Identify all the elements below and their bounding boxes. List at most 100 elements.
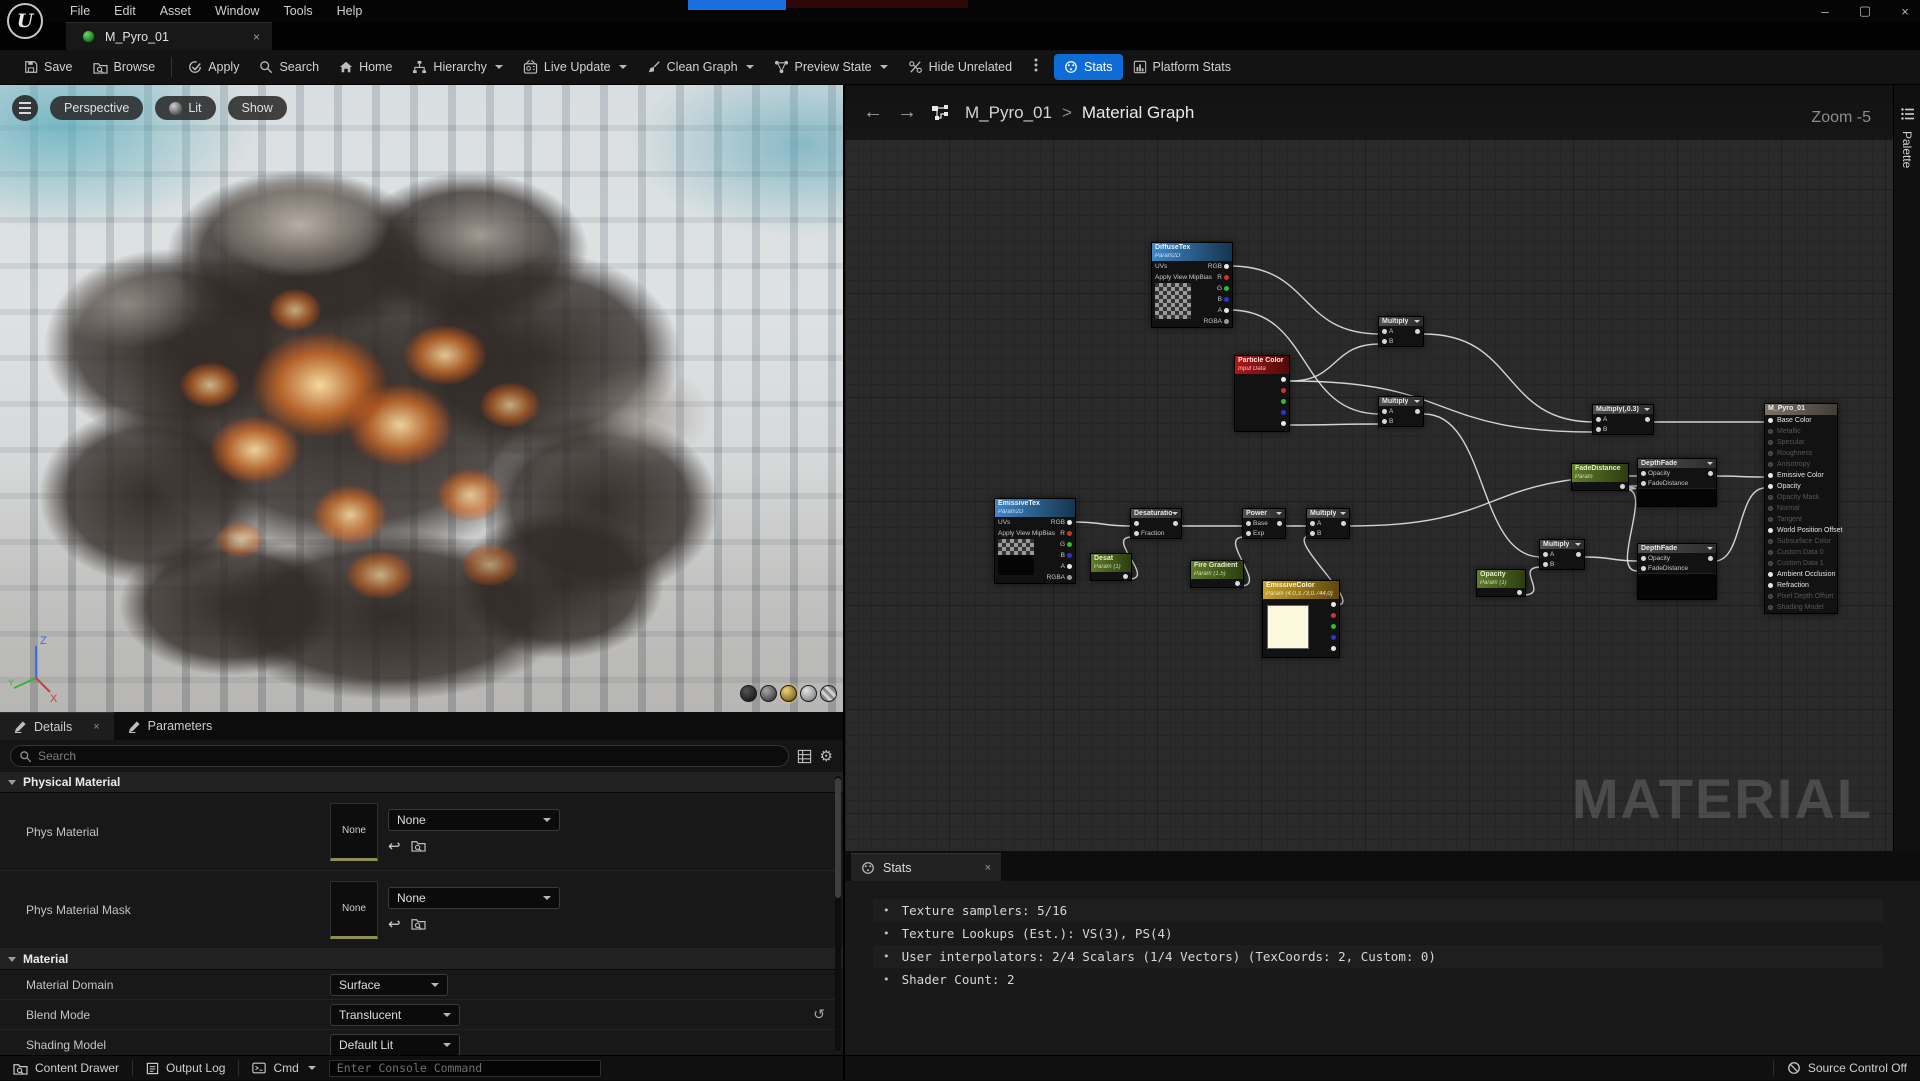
output-pin[interactable]: [1224, 275, 1229, 280]
home-button[interactable]: Home: [329, 54, 402, 80]
output-pin[interactable]: [1708, 471, 1713, 476]
output-pin[interactable]: [1281, 388, 1286, 393]
menu-tools[interactable]: Tools: [271, 2, 324, 20]
input-pin[interactable]: [1543, 562, 1548, 567]
node-result[interactable]: M_Pyro_01Base ColorMetallicSpecularRough…: [1764, 403, 1838, 614]
output-pin[interactable]: [1281, 399, 1286, 404]
output-pin[interactable]: [1341, 521, 1346, 526]
input-pin[interactable]: [1768, 572, 1773, 577]
output-pin[interactable]: [1123, 574, 1128, 579]
tab-parameters[interactable]: Parameters: [114, 712, 227, 740]
input-pin[interactable]: [1641, 481, 1646, 486]
perspective-button[interactable]: Perspective: [50, 96, 143, 120]
browse-to-asset-icon[interactable]: [411, 839, 426, 852]
maximize-button[interactable]: ▢: [1858, 3, 1872, 19]
input-pin[interactable]: [1768, 583, 1773, 588]
input-pin[interactable]: [1596, 427, 1601, 432]
node-multiply-1[interactable]: MultiplyAB: [1378, 316, 1424, 347]
shape-mesh-button[interactable]: [820, 685, 837, 702]
input-pin[interactable]: [1768, 418, 1773, 423]
input-pin[interactable]: [1543, 552, 1548, 557]
node-multiply-4[interactable]: MultiplyAB: [1539, 539, 1585, 570]
output-pin[interactable]: [1281, 421, 1286, 426]
output-log-button[interactable]: Output Log: [133, 1056, 238, 1081]
hierarchy-button[interactable]: Hierarchy: [402, 54, 513, 80]
node-depth-fade-1[interactable]: DepthFadeOpacityFadeDistance: [1637, 458, 1717, 507]
shape-plane-button[interactable]: [780, 685, 797, 702]
tab-details[interactable]: Details×: [0, 712, 114, 740]
input-pin[interactable]: [1134, 531, 1139, 536]
input-pin[interactable]: [1382, 419, 1387, 424]
menu-asset[interactable]: Asset: [148, 2, 203, 20]
stats-button[interactable]: Stats: [1054, 54, 1123, 80]
node-multiply-2[interactable]: MultiplyAB: [1378, 396, 1424, 427]
material-domain-dropdown[interactable]: Surface: [330, 974, 448, 996]
live-update-button[interactable]: Live Update: [513, 54, 637, 80]
output-pin[interactable]: [1235, 581, 1240, 586]
output-pin[interactable]: [1067, 531, 1072, 536]
input-pin[interactable]: [1768, 473, 1773, 478]
overflow-menu-icon[interactable]: [1026, 57, 1046, 78]
output-pin[interactable]: [1224, 319, 1229, 324]
input-pin[interactable]: [1768, 517, 1773, 522]
input-pin[interactable]: [1246, 531, 1251, 536]
input-pin[interactable]: [1596, 417, 1601, 422]
menu-edit[interactable]: Edit: [102, 2, 148, 20]
node-fire-gradient[interactable]: Fire GradientParam (1.5): [1190, 560, 1244, 588]
content-drawer-button[interactable]: Content Drawer: [0, 1056, 132, 1081]
minimize-button[interactable]: –: [1818, 4, 1832, 19]
input-pin[interactable]: [1310, 521, 1315, 526]
node-opacity-param[interactable]: OpacityParam (1): [1476, 569, 1526, 597]
cmd-dropdown[interactable]: Cmd: [239, 1056, 328, 1081]
node-desat-param[interactable]: DesatParam (1): [1090, 553, 1132, 581]
input-pin[interactable]: [1768, 561, 1773, 566]
output-pin[interactable]: [1331, 646, 1336, 651]
output-pin[interactable]: [1067, 564, 1072, 569]
details-search-box[interactable]: [10, 745, 789, 767]
output-pin[interactable]: [1331, 602, 1336, 607]
output-pin[interactable]: [1224, 264, 1229, 269]
output-pin[interactable]: [1331, 613, 1336, 618]
input-pin[interactable]: [1768, 429, 1773, 434]
input-pin[interactable]: [1134, 521, 1139, 526]
details-search-input[interactable]: [38, 749, 780, 763]
output-pin[interactable]: [1173, 521, 1178, 526]
input-pin[interactable]: [1768, 440, 1773, 445]
input-pin[interactable]: [1768, 605, 1773, 610]
close-button[interactable]: ×: [1898, 4, 1912, 19]
unreal-logo[interactable]: U: [7, 3, 43, 39]
output-pin[interactable]: [1067, 575, 1072, 580]
use-selected-icon[interactable]: ↩: [388, 837, 401, 855]
output-pin[interactable]: [1067, 542, 1072, 547]
output-pin[interactable]: [1645, 417, 1650, 422]
input-pin[interactable]: [1641, 471, 1646, 476]
node-depth-fade-2[interactable]: DepthFadeOpacityFadeDistance: [1637, 543, 1717, 600]
preview-state-button[interactable]: Preview State: [764, 54, 898, 80]
tab-close-icon[interactable]: ×: [253, 30, 260, 44]
viewport-menu-button[interactable]: [12, 95, 38, 121]
input-pin[interactable]: [1246, 521, 1251, 526]
blend-mode-dropdown[interactable]: Translucent: [330, 1004, 460, 1026]
node-diffuse-tex[interactable]: DiffuseTexParam2DUVsRGBApply View MipBia…: [1151, 242, 1233, 328]
output-pin[interactable]: [1708, 556, 1713, 561]
menu-help[interactable]: Help: [325, 2, 375, 20]
breadcrumb-current[interactable]: Material Graph: [1082, 103, 1194, 123]
input-pin[interactable]: [1641, 556, 1646, 561]
apply-button[interactable]: Apply: [178, 54, 249, 80]
node-fade-distance[interactable]: FadeDistanceParam: [1571, 463, 1629, 491]
palette-sidebar-tab[interactable]: Palette: [1893, 85, 1920, 851]
asset-thumbnail[interactable]: None: [330, 881, 378, 939]
node-multiply-5[interactable]: MultiplyAB: [1306, 508, 1350, 539]
node-particle-color[interactable]: Particle ColorInput Data: [1234, 355, 1290, 432]
shape-cylinder-button[interactable]: [740, 685, 757, 702]
browse-to-asset-icon[interactable]: [411, 917, 426, 930]
output-pin[interactable]: [1517, 590, 1522, 595]
output-pin[interactable]: [1576, 552, 1581, 557]
node-multiply-3[interactable]: Multiply(,0.3)AB: [1592, 404, 1654, 435]
output-pin[interactable]: [1281, 410, 1286, 415]
input-pin[interactable]: [1310, 531, 1315, 536]
breadcrumb-root[interactable]: M_Pyro_01: [965, 103, 1052, 123]
preview-viewport[interactable]: Perspective Lit Show Z Y X: [0, 85, 843, 712]
platform-stats-button[interactable]: Platform Stats: [1123, 54, 1242, 80]
output-pin[interactable]: [1415, 409, 1420, 414]
